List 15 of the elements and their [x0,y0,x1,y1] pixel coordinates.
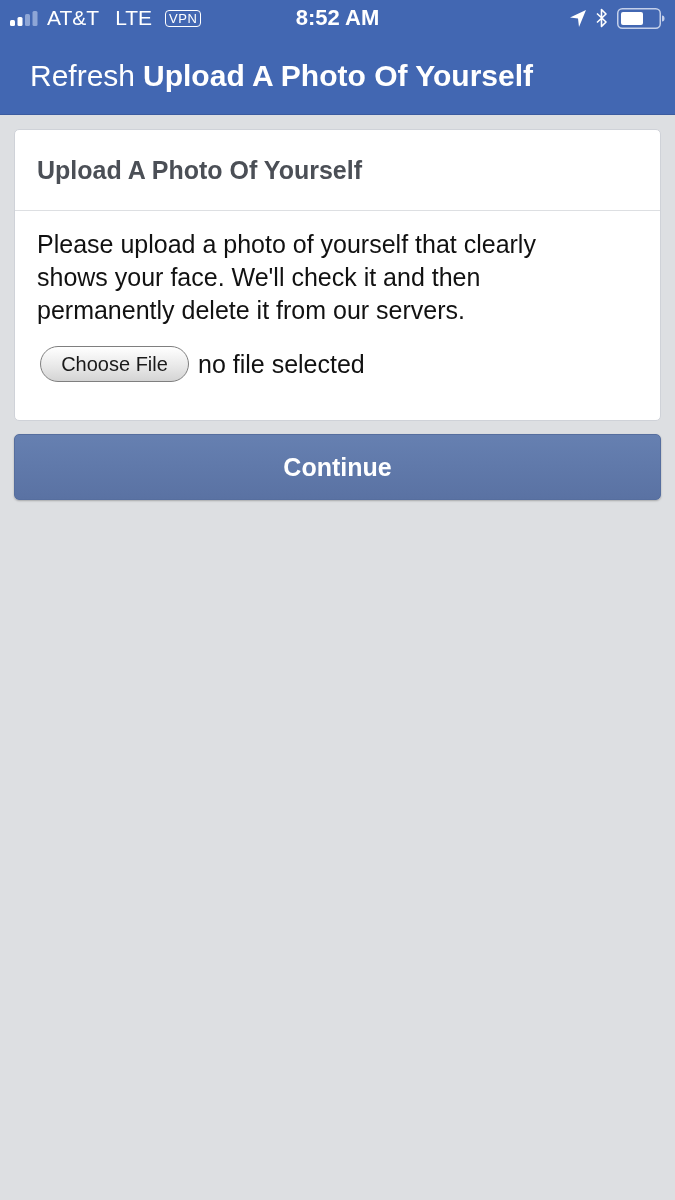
choose-file-button[interactable]: Choose File [40,346,189,382]
signal-strength-icon [10,10,40,26]
bluetooth-icon [596,8,607,28]
page-title: Upload A Photo Of Yourself [143,59,534,93]
location-arrow-icon [570,9,586,27]
instruction-text: Please upload a photo of yourself that clearly shows your face. We'll check it and then permanently delete it from our servers. [37,229,537,326]
card-title: Upload A Photo Of Yourself [37,155,362,185]
refresh-link[interactable]: Refresh [30,59,136,93]
battery-icon [617,7,665,29]
status-time: 8:52 AM [295,5,380,30]
network-type: LTE [115,6,153,30]
carrier-name: AT&T [47,6,100,30]
continue-button[interactable]: Continue [14,434,661,500]
vpn-badge: VPN [165,9,202,27]
file-status-text: no file selected [198,349,365,379]
